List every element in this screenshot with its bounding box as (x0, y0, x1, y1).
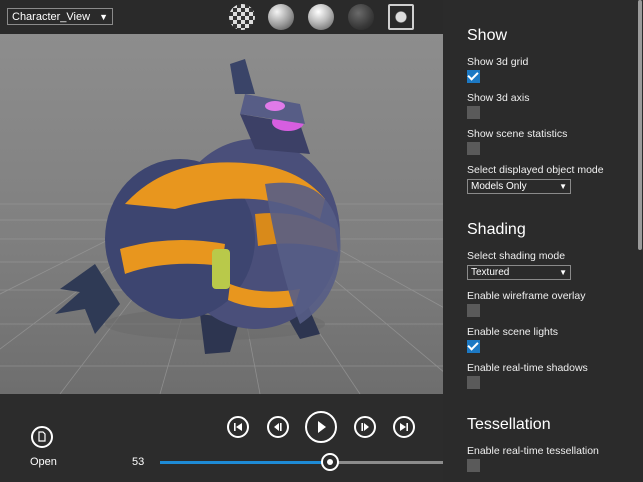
open-label: Open (30, 456, 57, 468)
viewport: Character_View ▼ Open 53 (0, 0, 443, 482)
shading-mode-label: Select shading mode (467, 250, 566, 262)
shading-mode-dropdown[interactable]: Textured ▼ (467, 265, 571, 280)
object-mode-value: Models Only (471, 181, 527, 192)
shadows-checkbox[interactable] (467, 376, 480, 389)
skip-to-start-icon (234, 423, 242, 431)
shading-mode-value: Textured (471, 267, 510, 278)
play-icon (318, 421, 326, 433)
step-back-button[interactable] (267, 416, 289, 438)
tessellation-checkbox[interactable] (467, 459, 480, 472)
section-tessellation-title: Tessellation (467, 416, 551, 433)
chevron-down-icon: ▼ (559, 182, 567, 191)
playback-controls: Open 53 (0, 394, 443, 482)
dark-sphere-icon[interactable] (348, 4, 374, 30)
chevron-down-icon: ▼ (99, 12, 108, 22)
timeline-slider[interactable] (160, 453, 443, 471)
matte-sphere-icon[interactable] (268, 4, 294, 30)
shadows-label: Enable real-time shadows (467, 362, 588, 374)
wireframe-checkbox[interactable] (467, 304, 480, 317)
scene-lights-checkbox[interactable] (467, 340, 480, 353)
timeline-progress (160, 461, 330, 464)
current-frame: 53 (132, 456, 145, 468)
scene-canvas (0, 59, 443, 394)
scene-lights-label: Enable scene lights (467, 326, 559, 338)
object-mode-label: Select displayed object mode (467, 164, 604, 176)
checker-ball-icon[interactable] (229, 4, 255, 30)
show-axis-checkbox[interactable] (467, 106, 480, 119)
frame-selection-icon[interactable] (388, 4, 414, 30)
show-grid-label: Show 3d grid (467, 56, 529, 68)
section-show-title: Show (467, 27, 508, 44)
light-bulb-icon[interactable] (308, 4, 334, 30)
play-button[interactable] (305, 411, 337, 443)
show-axis-label: Show 3d axis (467, 92, 530, 104)
wireframe-label: Enable wireframe overlay (467, 290, 586, 302)
step-forward-icon (361, 423, 369, 431)
show-stats-checkbox[interactable] (467, 142, 480, 155)
character-model (55, 59, 341, 354)
tessellation-label: Enable real-time tessellation (467, 445, 599, 457)
show-grid-checkbox[interactable] (467, 70, 480, 83)
open-file-button[interactable] (31, 426, 53, 448)
panel-scrollbar[interactable] (638, 0, 642, 250)
step-back-icon (274, 423, 282, 431)
step-forward-button[interactable] (354, 416, 376, 438)
viewport-toolbar: Character_View ▼ (0, 0, 443, 34)
skip-to-end-icon (400, 423, 408, 431)
settings-panel: Show Show 3d grid Show 3d axis Show scen… (443, 0, 643, 482)
timeline-thumb[interactable] (320, 453, 339, 471)
show-stats-label: Show scene statistics (467, 128, 568, 140)
open-file-icon (38, 431, 46, 442)
chevron-down-icon: ▼ (559, 268, 567, 277)
skip-to-start-button[interactable] (227, 416, 249, 438)
object-mode-dropdown[interactable]: Models Only ▼ (467, 179, 571, 194)
skip-to-end-button[interactable] (393, 416, 415, 438)
3d-scene[interactable] (0, 34, 443, 394)
view-selector-value: Character_View (12, 11, 91, 23)
section-shading-title: Shading (467, 221, 526, 238)
view-selector[interactable]: Character_View ▼ (7, 8, 113, 25)
